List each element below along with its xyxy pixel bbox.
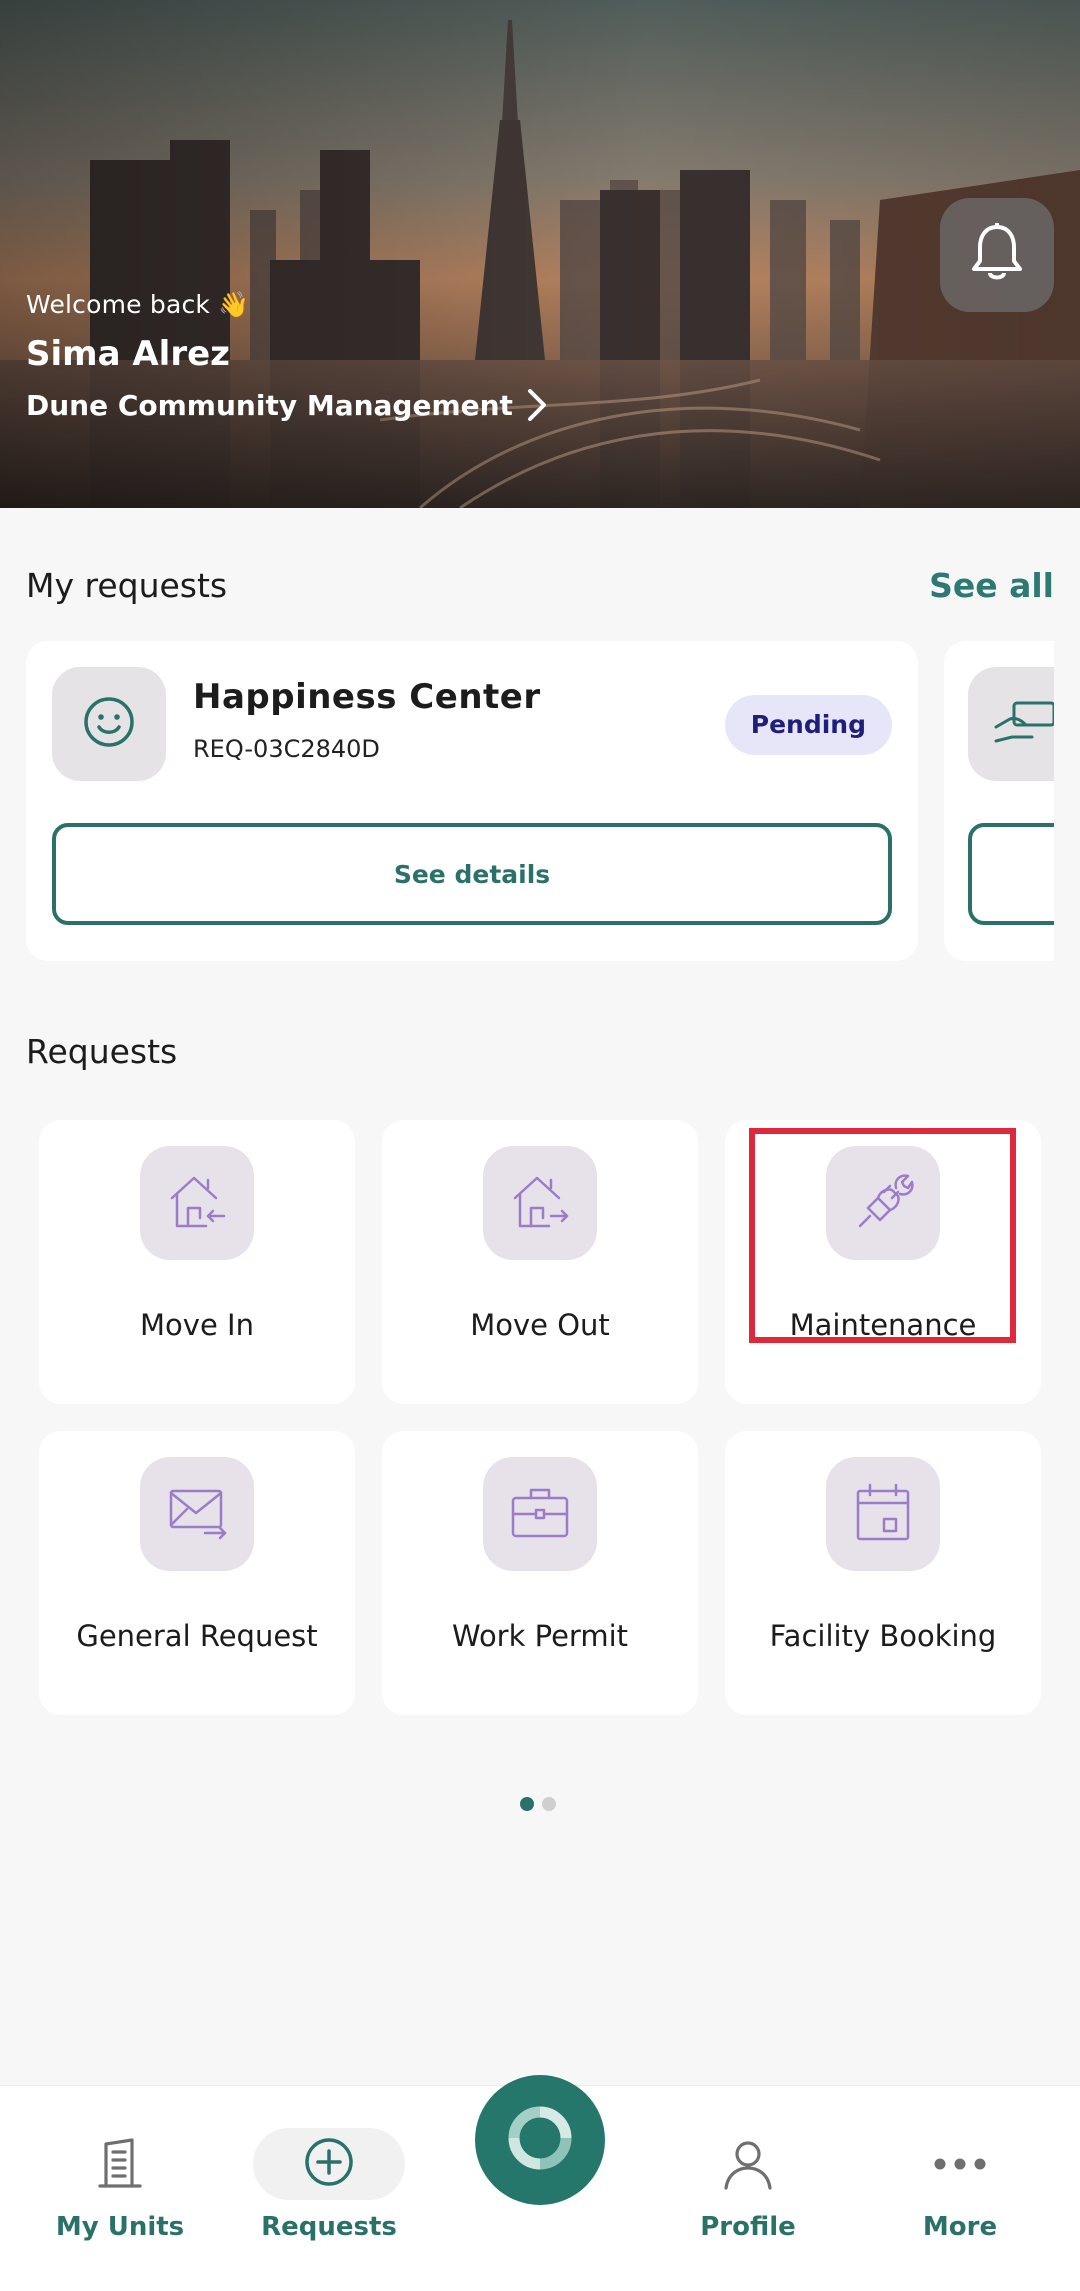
loader-ring-icon bbox=[508, 2106, 572, 2174]
hero-shade bbox=[0, 0, 1080, 508]
user-name: Sima Alrez bbox=[26, 334, 230, 374]
my-requests-title: My requests bbox=[26, 566, 228, 605]
tile-label: Facility Booking bbox=[769, 1619, 997, 1653]
nav-label: Profile bbox=[700, 2212, 796, 2242]
tile-icon-box bbox=[483, 1457, 597, 1571]
briefcase-icon bbox=[509, 1484, 571, 1544]
center-action-button[interactable] bbox=[475, 2075, 605, 2205]
calendar-icon bbox=[854, 1481, 912, 1547]
tile-icon-box bbox=[483, 1146, 597, 1260]
notifications-button[interactable] bbox=[940, 198, 1054, 312]
nav-label: My Units bbox=[55, 2212, 185, 2242]
community-selector[interactable]: Dune Community Management bbox=[26, 388, 547, 422]
tile-label: General Request bbox=[76, 1619, 318, 1653]
tile-label: Move Out bbox=[470, 1308, 610, 1342]
nav-label: More bbox=[922, 2212, 998, 2242]
tile-icon-box bbox=[826, 1457, 940, 1571]
tile-icon-box bbox=[140, 1457, 254, 1571]
status-badge: Pending bbox=[724, 695, 892, 755]
building-icon bbox=[96, 2122, 144, 2206]
request-type-move-in[interactable]: Move In bbox=[39, 1120, 355, 1404]
see-details-button[interactable] bbox=[968, 823, 1054, 925]
see-all-link[interactable]: See all bbox=[929, 566, 1054, 605]
hand-card-icon bbox=[992, 697, 1054, 751]
request-type-work-permit[interactable]: Work Permit bbox=[382, 1431, 698, 1715]
page-dot-active[interactable] bbox=[520, 1797, 534, 1811]
envelope-arrow-icon bbox=[165, 1483, 229, 1545]
tile-label: Work Permit bbox=[451, 1619, 629, 1653]
page-indicator bbox=[520, 1797, 556, 1811]
request-title: Happiness Center bbox=[193, 677, 541, 717]
page-dot[interactable] bbox=[542, 1797, 556, 1811]
active-pill bbox=[253, 2128, 405, 2200]
house-move-out-icon bbox=[509, 1170, 571, 1236]
tile-label: Move In bbox=[140, 1308, 254, 1342]
request-icon-box bbox=[52, 667, 166, 781]
request-card[interactable]: Happiness Center REQ-03C2840D Pending Se… bbox=[26, 641, 918, 961]
request-icon-box bbox=[968, 667, 1054, 781]
nav-icon-wrapper bbox=[253, 2122, 405, 2206]
requests-title: Requests bbox=[26, 1032, 178, 1071]
more-dots-icon bbox=[934, 2122, 986, 2206]
smiley-icon bbox=[82, 695, 136, 753]
chevron-right-icon bbox=[527, 388, 547, 422]
nav-requests[interactable]: Requests bbox=[253, 2086, 405, 2291]
tile-icon-box bbox=[140, 1146, 254, 1260]
request-type-general-request[interactable]: General Request bbox=[39, 1431, 355, 1715]
nav-profile[interactable]: Profile bbox=[672, 2086, 824, 2291]
person-icon bbox=[722, 2122, 774, 2206]
community-name: Dune Community Management bbox=[26, 388, 513, 422]
house-move-in-icon bbox=[166, 1170, 228, 1236]
see-details-button[interactable]: See details bbox=[52, 823, 892, 925]
request-code: REQ-03C2840D bbox=[193, 735, 380, 763]
request-type-facility-booking[interactable]: Facility Booking bbox=[725, 1431, 1041, 1715]
hero-banner: Welcome back 👋 Sima Alrez Dune Community… bbox=[0, 0, 1080, 508]
bell-icon bbox=[969, 221, 1025, 289]
nav-my-units[interactable]: My Units bbox=[44, 2086, 196, 2291]
request-card-next[interactable] bbox=[944, 641, 1054, 961]
nav-label: Requests bbox=[261, 2212, 397, 2242]
welcome-text: Welcome back 👋 bbox=[26, 290, 250, 319]
plus-circle-icon bbox=[303, 2136, 355, 2192]
maintenance-highlight bbox=[749, 1128, 1016, 1343]
nav-more[interactable]: More bbox=[884, 2086, 1036, 2291]
request-type-move-out[interactable]: Move Out bbox=[382, 1120, 698, 1404]
